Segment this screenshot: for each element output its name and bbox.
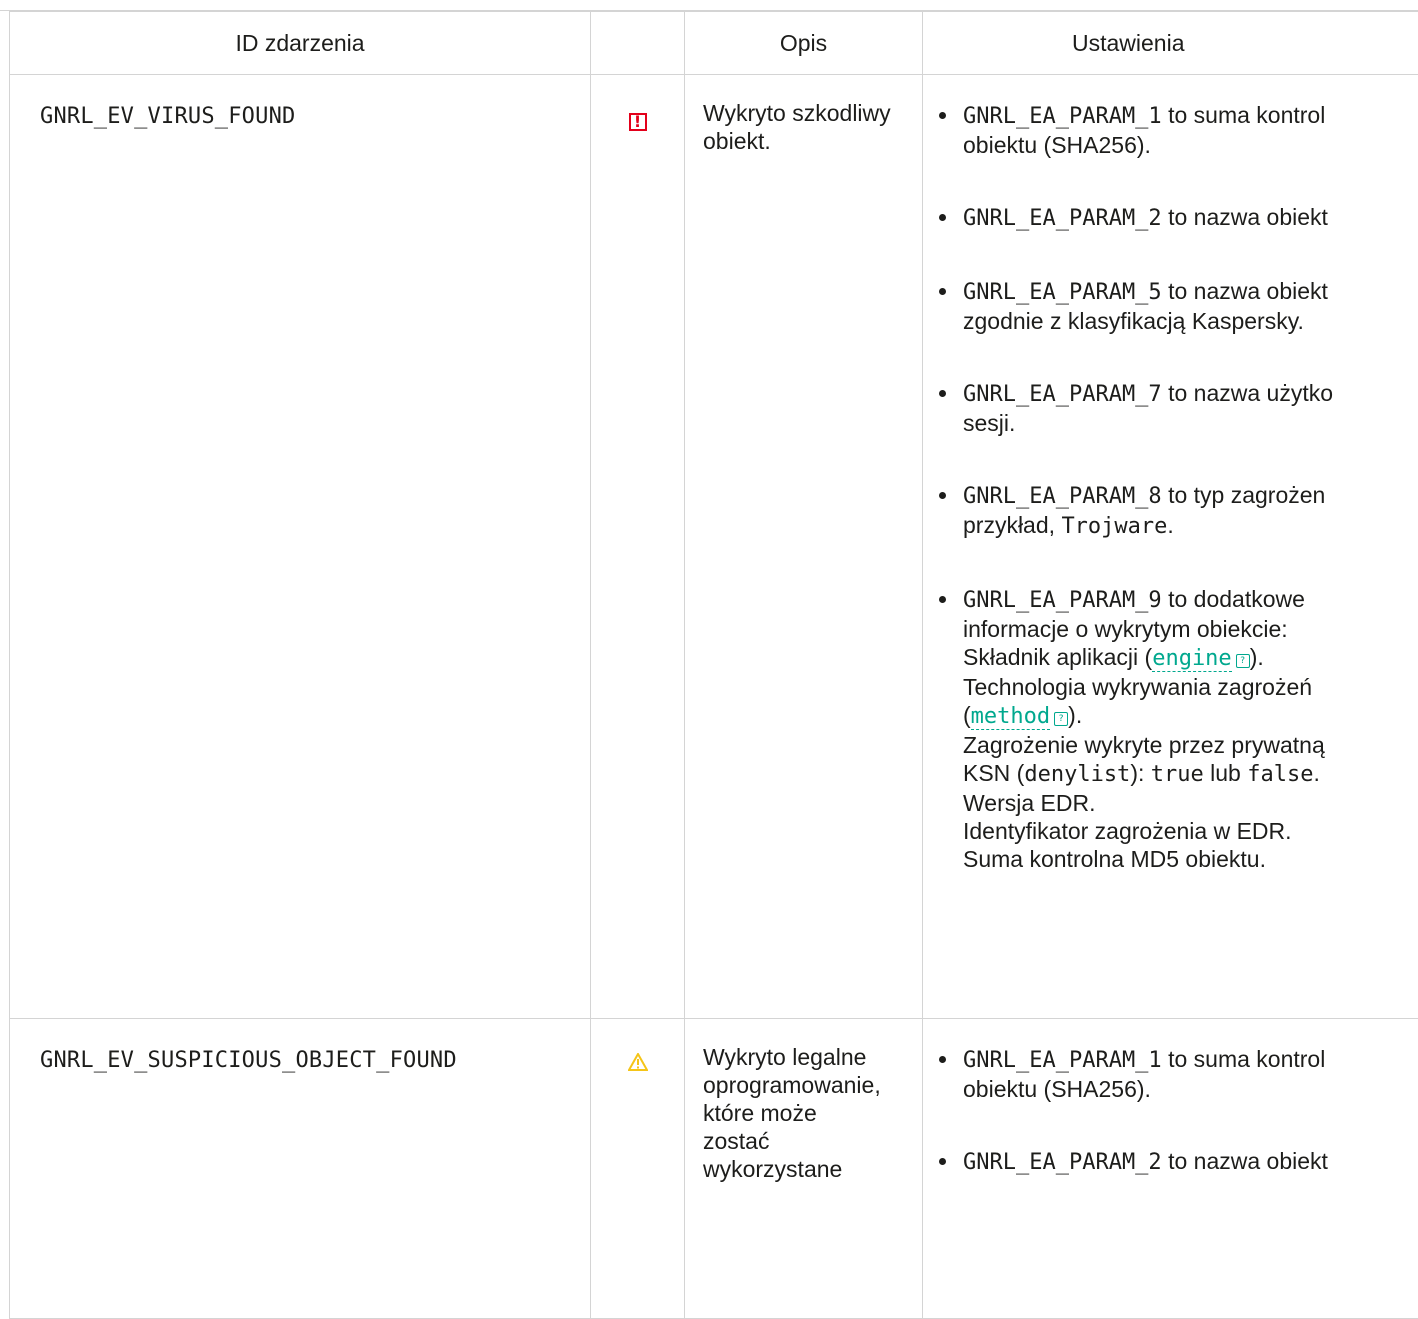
method-link[interactable]: method [971,704,1050,730]
event-id-cell: GNRL_EV_VIRUS_FOUND [10,75,591,1019]
help-icon[interactable]: ? [1054,712,1068,726]
param-code: GNRL_EA_PARAM_1 [963,104,1162,129]
detail-ksn-values: KSN (denylist): true lub false. [963,759,1418,789]
param-text: to nazwa obiekt [1162,204,1328,230]
param-text: to suma kontrol [1162,1046,1326,1072]
header-event-id: ID zdarzenia [10,12,591,75]
severity-cell: ! [591,75,685,1019]
description-cell: Wykryto szkodliwy obiekt. [685,75,923,1019]
true-code: true [1151,762,1204,787]
param-continuation: przykład, [963,512,1061,538]
detail-text: lub [1204,760,1247,786]
param-code: GNRL_EA_PARAM_2 [963,1150,1162,1175]
list-item: GNRL_EA_PARAM_1 to suma kontrol obiektu … [963,1045,1418,1103]
detail-text: Składnik aplikacji ( [963,644,1152,670]
list-item: GNRL_EA_PARAM_2 to nazwa obiekt [963,203,1418,233]
punctuation: ). [1250,644,1264,670]
punctuation: . [1313,760,1319,786]
detail-intro: informacje o wykrytym obiekcie: [963,615,1418,643]
event-id: GNRL_EV_VIRUS_FOUND [40,104,295,129]
punctuation: ( [963,702,971,728]
threat-type-code: Trojware [1061,514,1167,539]
param-code: GNRL_EA_PARAM_1 [963,1048,1162,1073]
denylist-code: denylist [1024,762,1130,787]
list-item: GNRL_EA_PARAM_2 to nazwa obiekt [963,1147,1418,1177]
settings-cell: GNRL_EA_PARAM_1 to suma kontrol obiektu … [923,1019,1418,1319]
severity-cell [591,1019,685,1319]
event-id-cell: GNRL_EV_SUSPICIOUS_OBJECT_FOUND [10,1019,591,1319]
list-item: GNRL_EA_PARAM_1 to suma kontrol obiektu … [963,101,1418,159]
params-list: GNRL_EA_PARAM_1 to suma kontrol obiektu … [963,1045,1418,1177]
punctuation: ). [1068,702,1082,728]
detail-text: KSN ( [963,760,1024,786]
bullet-icon [939,492,946,499]
param-code: GNRL_EA_PARAM_5 [963,280,1162,305]
param-text: to typ zagrożen [1162,482,1326,508]
punctuation: ): [1130,760,1150,786]
event-description: Wykryto szkodliwy obiekt. [703,100,891,154]
params-list: GNRL_EA_PARAM_1 to suma kontrol obiektu … [963,101,1418,873]
description-line: wykorzystane [703,1155,904,1183]
description-cell: Wykryto legalne oprogramowanie, które mo… [685,1019,923,1319]
param-continuation: zgodnie z klasyfikacją Kaspersky. [963,307,1418,335]
detail-technology: Technologia wykrywania zagrożeń [963,673,1418,701]
list-item: GNRL_EA_PARAM_5 to nazwa obiekt zgodnie … [963,277,1418,335]
list-item: GNRL_EA_PARAM_8 to typ zagrożen przykład… [963,481,1418,541]
detail-method: (method?). [963,701,1418,731]
param-continuation: obiektu (SHA256). [963,1075,1418,1103]
param-text: to dodatkowe [1162,586,1305,612]
param-code: GNRL_EA_PARAM_7 [963,382,1162,407]
description-line: zostać [703,1127,904,1155]
warning-severity-icon [628,1053,648,1071]
description-line: które może [703,1099,904,1127]
detail-component: Składnik aplikacji (engine?). [963,643,1418,673]
bullet-icon [939,288,946,295]
bullet-icon [939,1056,946,1063]
param-continuation: obiektu (SHA256). [963,131,1418,159]
param-text: to nazwa obiekt [1162,278,1328,304]
bullet-icon [939,112,946,119]
event-id: GNRL_EV_SUSPICIOUS_OBJECT_FOUND [40,1048,457,1073]
param-code: GNRL_EA_PARAM_9 [963,588,1162,613]
detail-md5: Suma kontrolna MD5 obiektu. [963,845,1418,873]
detail-edr-id: Identyfikator zagrożenia w EDR. [963,817,1418,845]
detail-edr-version: Wersja EDR. [963,789,1418,817]
bullet-icon [939,596,946,603]
param-text: to nazwa użytko [1162,380,1333,406]
bullet-icon [939,1158,946,1165]
events-table: ID zdarzenia Opis Ustawienia GNRL_EV_VIR… [9,11,1418,1319]
critical-severity-icon: ! [629,113,647,131]
header-description: Opis [685,12,923,75]
bullet-icon [939,214,946,221]
help-icon[interactable]: ? [1236,654,1250,668]
list-item: GNRL_EA_PARAM_9 to dodatkowe informacje … [963,585,1418,873]
param-code: GNRL_EA_PARAM_8 [963,484,1162,509]
param-text: to suma kontrol [1162,102,1326,128]
punctuation: . [1167,512,1173,538]
header-icon [591,12,685,75]
settings-cell: GNRL_EA_PARAM_1 to suma kontrol obiektu … [923,75,1418,1019]
param-code: GNRL_EA_PARAM_2 [963,206,1162,231]
param-continuation: sesji. [963,409,1418,437]
header-settings: Ustawienia [923,12,1418,75]
false-code: false [1247,762,1313,787]
engine-link[interactable]: engine [1152,646,1231,672]
description-line: Wykryto legalne [703,1043,904,1071]
param-text: to nazwa obiekt [1162,1148,1328,1174]
list-item: GNRL_EA_PARAM_7 to nazwa użytko sesji. [963,379,1418,437]
bullet-icon [939,390,946,397]
table-row: GNRL_EV_SUSPICIOUS_OBJECT_FOUND Wykryto … [10,1019,1418,1319]
table-row: GNRL_EV_VIRUS_FOUND ! Wykryto szkodliwy … [10,75,1418,1019]
detail-ksn: Zagrożenie wykryte przez prywatną [963,731,1418,759]
description-line: oprogramowanie, [703,1071,904,1099]
table-header-row: ID zdarzenia Opis Ustawienia [10,12,1418,75]
